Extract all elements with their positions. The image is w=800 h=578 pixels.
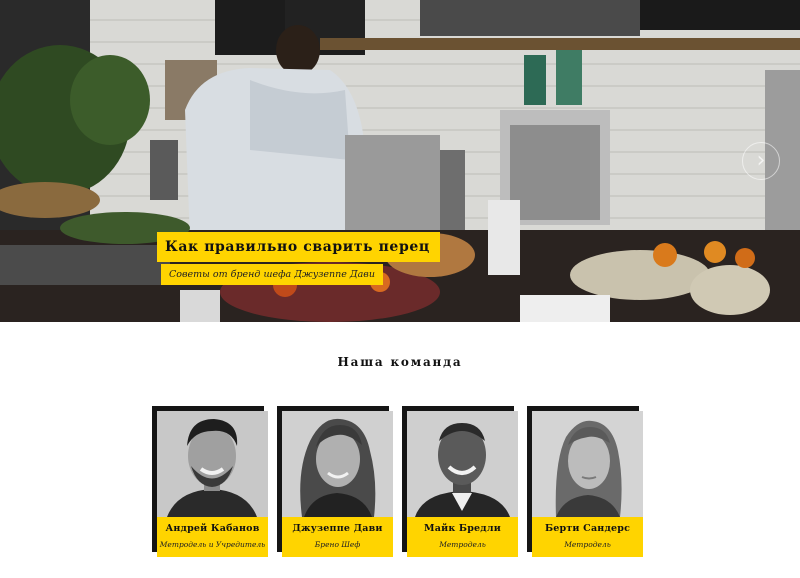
member-role: Метродель и Учредитель bbox=[159, 540, 266, 549]
hero-caption-subtitle: Советы от бренд шефа Джузеппе Дави bbox=[161, 264, 383, 285]
member-info: Андрей Кабанов Метродель и Учредитель bbox=[157, 517, 268, 557]
member-info: Берти Сандерс Метродель bbox=[532, 517, 643, 557]
member-name: Андрей Кабанов bbox=[165, 523, 260, 534]
hero-caption: Как правильно сварить перец Советы от бр… bbox=[157, 232, 440, 285]
member-name: Джузеппе Дави bbox=[292, 523, 383, 534]
member-photo bbox=[407, 411, 518, 517]
team-section-title: Наша команда bbox=[337, 355, 463, 369]
member-name: Майк Бредли bbox=[424, 523, 501, 534]
member-role: Метродель bbox=[564, 540, 611, 549]
chevron-right-icon[interactable]: › bbox=[742, 142, 780, 180]
team-member-card[interactable]: Майк Бредли Метродель bbox=[402, 406, 520, 557]
hero-banner: › Как правильно сварить перец Советы от … bbox=[0, 0, 800, 322]
member-photo bbox=[532, 411, 643, 517]
member-photo bbox=[157, 411, 268, 517]
team-member-card[interactable]: Андрей Кабанов Метродель и Учредитель bbox=[152, 406, 270, 557]
team-member-card[interactable]: Джузеппе Дави Брено Шеф bbox=[277, 406, 395, 557]
member-role: Брено Шеф bbox=[314, 540, 361, 549]
member-info: Джузеппе Дави Брено Шеф bbox=[282, 517, 393, 557]
member-role: Метродель bbox=[439, 540, 486, 549]
member-info: Майк Бредли Метродель bbox=[407, 517, 518, 557]
member-photo bbox=[282, 411, 393, 517]
team-member-card[interactable]: Берти Сандерс Метродель bbox=[527, 406, 645, 557]
hero-caption-title[interactable]: Как правильно сварить перец bbox=[157, 232, 440, 262]
member-name: Берти Сандерс bbox=[544, 523, 631, 534]
